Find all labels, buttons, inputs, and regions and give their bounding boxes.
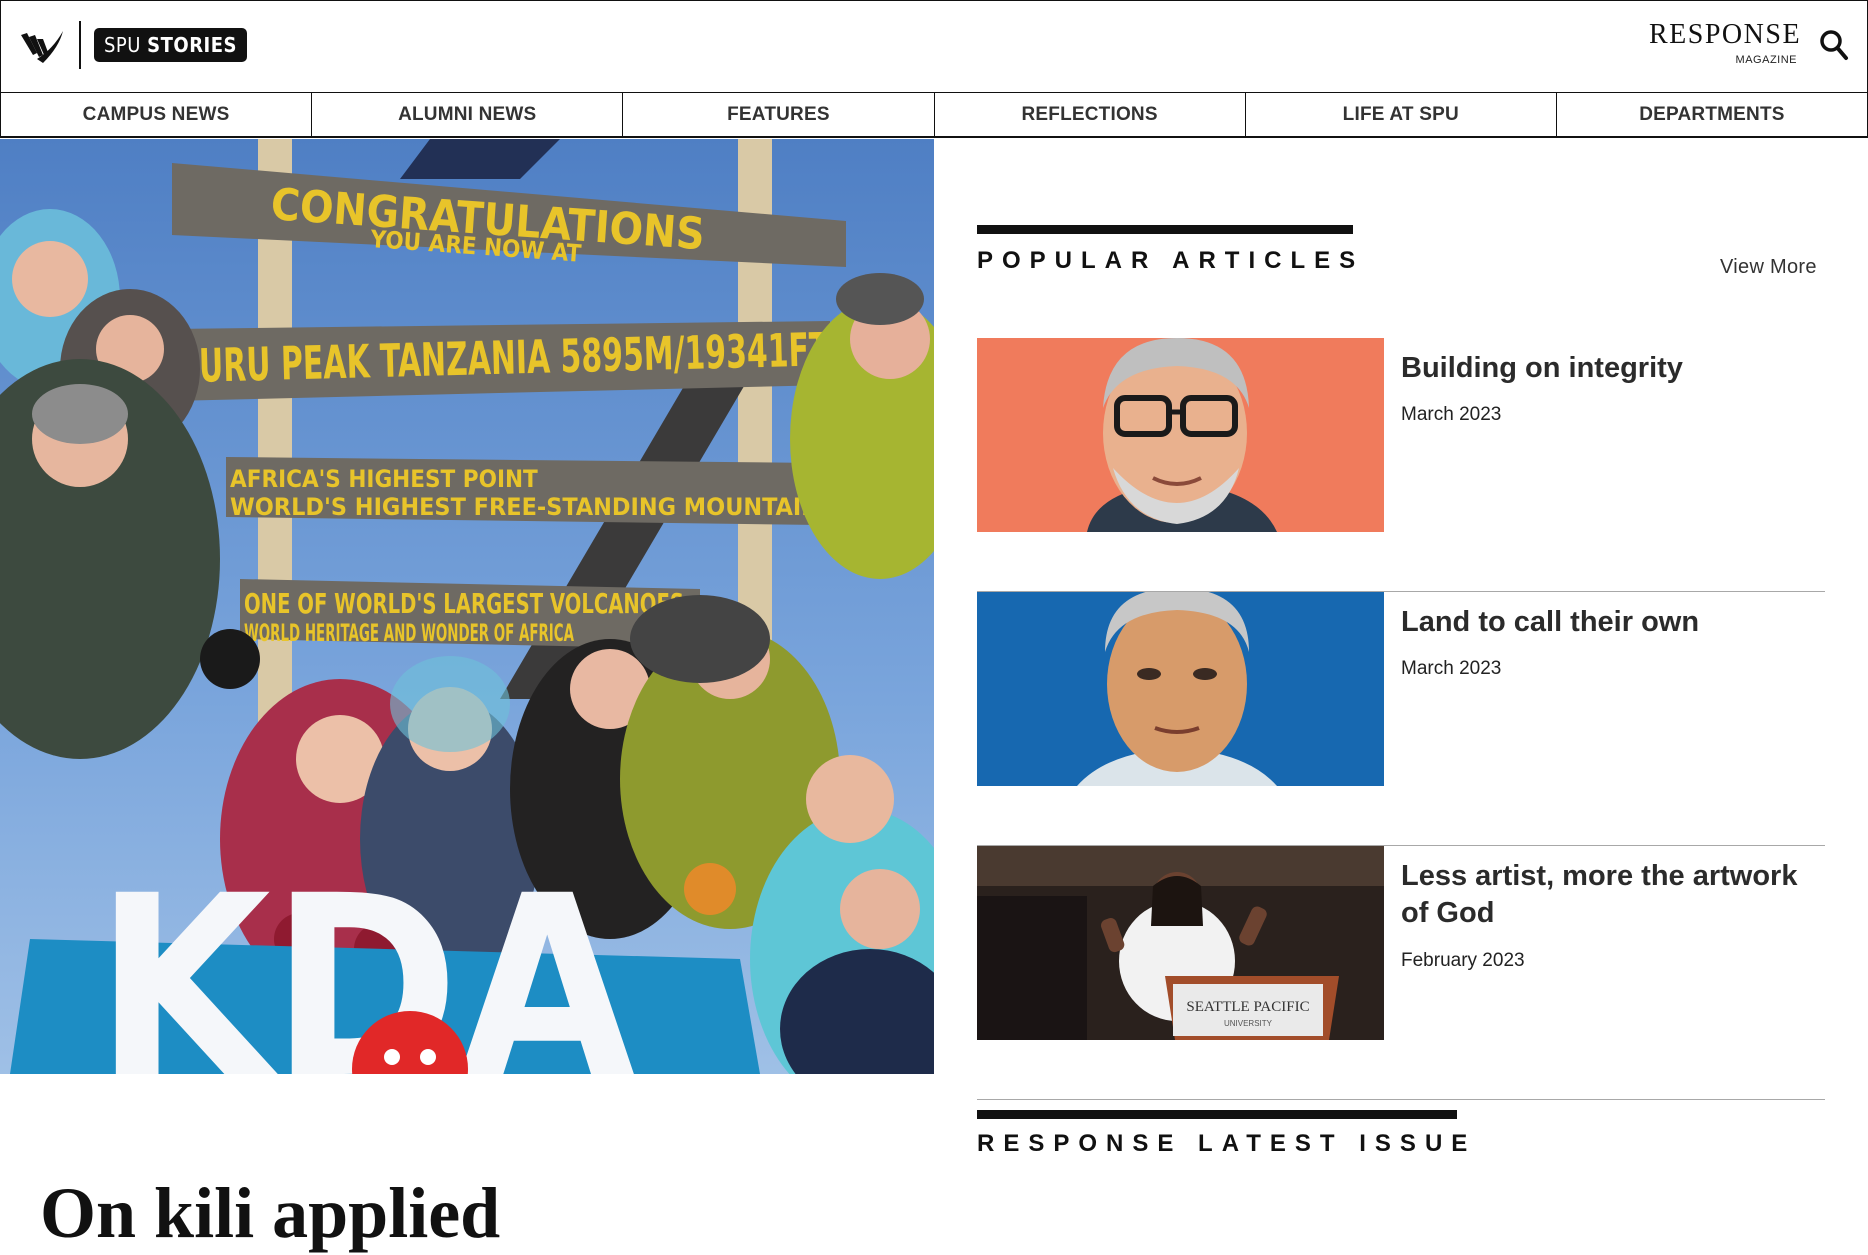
portrait-illustration <box>977 592 1384 786</box>
nav-item-departments[interactable]: DEPARTMENTS <box>1555 93 1868 136</box>
nav-item-features[interactable]: FEATURES <box>622 93 933 136</box>
portrait-illustration <box>977 338 1384 532</box>
article-card[interactable]: Land to call their own March 2023 <box>977 592 1825 846</box>
nav-item-campus-news[interactable]: CAMPUS NEWS <box>0 93 311 136</box>
popular-articles-heading: POPULAR ARTICLES <box>977 247 1365 274</box>
article-date: February 2023 <box>1401 950 1525 971</box>
spu-stories-logo[interactable]: SPU STORIES <box>94 28 247 62</box>
hero-headline[interactable]: On kili applied <box>40 1172 500 1255</box>
summit-photo: CONGRATULATIONS YOU ARE NOW AT UHURU PEA… <box>0 139 934 1074</box>
nav-item-life-at-spu[interactable]: LIFE AT SPU <box>1244 93 1556 136</box>
article-title[interactable]: Building on integrity <box>1401 350 1821 387</box>
article-title[interactable]: Land to call their own <box>1401 604 1821 641</box>
hero-image[interactable]: CONGRATULATIONS YOU ARE NOW AT UHURU PEA… <box>0 139 934 1074</box>
main-nav: CAMPUS NEWS ALUMNI NEWS FEATURES REFLECT… <box>0 92 1868 138</box>
response-magazine-logo[interactable]: RESPONSE MAGAZINE <box>1649 19 1802 66</box>
response-latest-issue-heading: RESPONSE LATEST ISSUE <box>977 1130 1477 1157</box>
latest-section-bar <box>977 1110 1457 1119</box>
article-thumbnail[interactable]: SEATTLE PACIFIC UNIVERSITY <box>977 846 1384 1040</box>
logo-divider <box>79 21 81 69</box>
search-icon[interactable] <box>1819 29 1849 61</box>
response-logo-subtitle: MAGAZINE <box>1735 54 1797 66</box>
article-date: March 2023 <box>1401 404 1502 425</box>
article-thumbnail[interactable] <box>977 338 1384 532</box>
popular-section-bar <box>977 225 1353 234</box>
podium-line-2: UNIVERSITY <box>1224 1019 1273 1028</box>
article-date: March 2023 <box>1401 658 1502 679</box>
article-card[interactable]: SEATTLE PACIFIC UNIVERSITY Less artist, … <box>977 846 1825 1100</box>
sign-line-3: AFRICA'S HIGHEST POINT <box>230 465 538 493</box>
response-logo-title: RESPONSE <box>1649 19 1802 50</box>
spu-logo-icon[interactable] <box>19 25 65 65</box>
sign-line-4: WORLD'S HIGHEST FREE-STANDING MOUNTAIN <box>230 493 820 521</box>
sign-line-5: ONE OF WORLD'S LARGEST VOLCANOES <box>244 587 684 620</box>
nav-item-alumni-news[interactable]: ALUMNI NEWS <box>311 93 622 136</box>
brand-label-light: SPU <box>104 33 141 57</box>
site-header: SPU STORIES RESPONSE MAGAZINE <box>0 0 1868 93</box>
article-thumbnail[interactable] <box>977 592 1384 786</box>
view-more-link[interactable]: View More <box>1720 256 1817 279</box>
speaker-photo: SEATTLE PACIFIC UNIVERSITY <box>977 846 1384 1040</box>
podium-line-1: SEATTLE PACIFIC <box>1186 999 1309 1015</box>
brand-label-bold: STORIES <box>147 33 237 57</box>
nav-item-reflections[interactable]: REFLECTIONS <box>933 93 1245 136</box>
sign-line-6: WORLD HERITAGE AND WONDER OF AFRICA <box>244 619 574 647</box>
article-title[interactable]: Less artist, more the artwork of God <box>1401 858 1821 932</box>
article-card[interactable]: Building on integrity March 2023 <box>977 338 1825 592</box>
